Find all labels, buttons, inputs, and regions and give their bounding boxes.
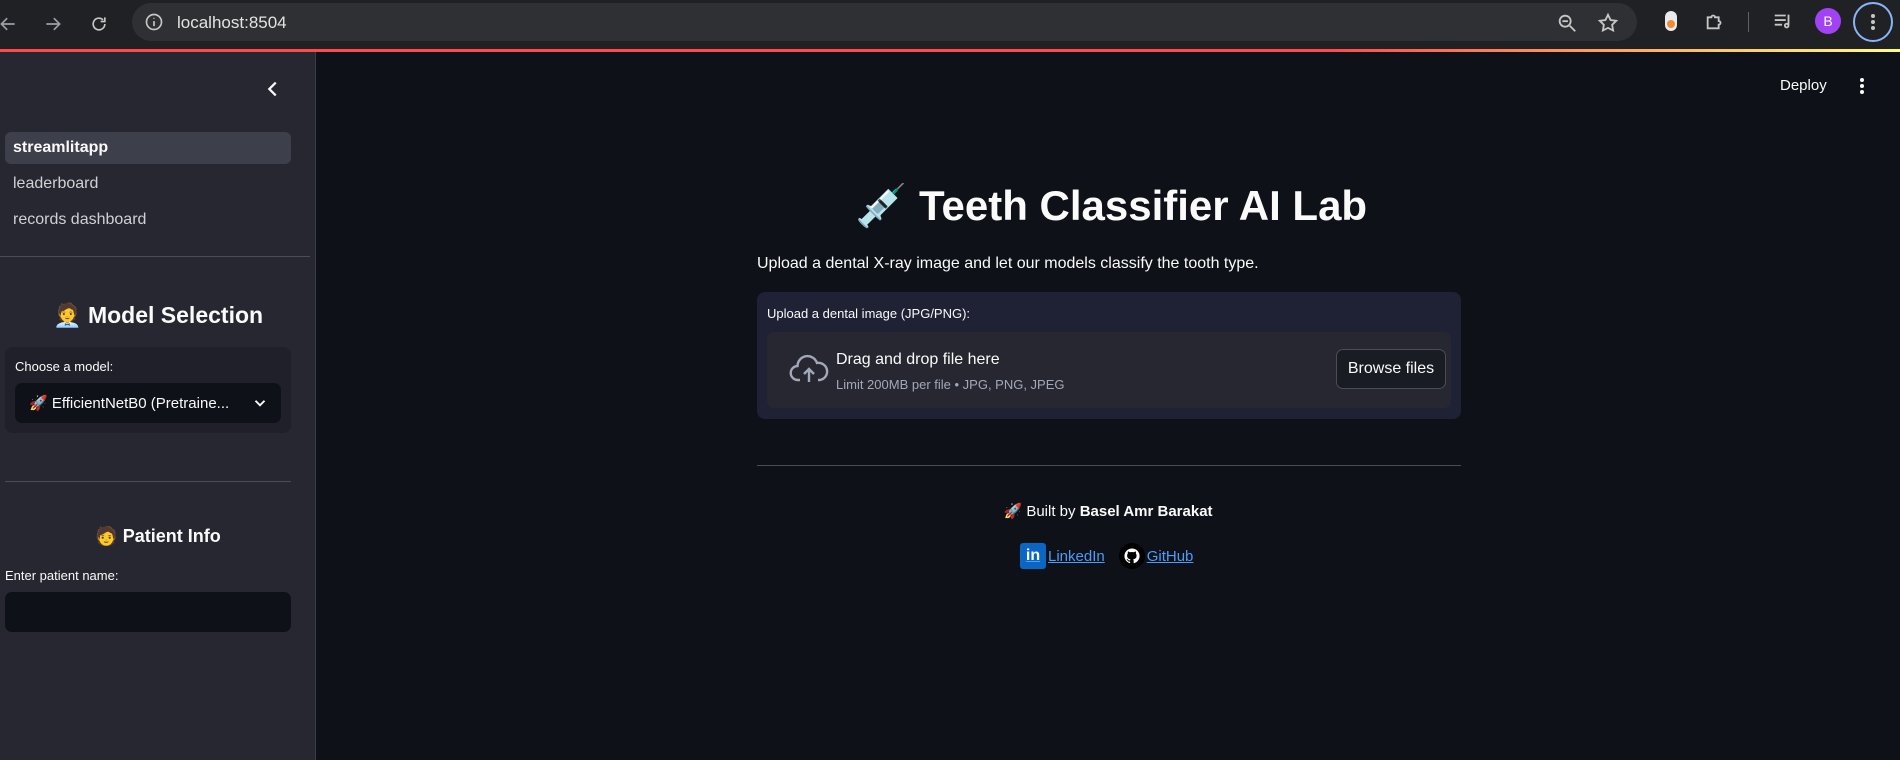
back-icon[interactable]: [0, 8, 24, 40]
patient-name-label: Enter patient name:: [5, 568, 119, 583]
linkedin-icon: in: [1020, 543, 1046, 569]
page-title: 💉 Teeth Classifier AI Lab: [855, 182, 1368, 229]
model-select[interactable]: 🚀 EfficientNetB0 (Pretraine...: [15, 383, 281, 423]
sidebar-item-streamlitapp[interactable]: streamlitapp: [5, 132, 291, 164]
browse-files-button[interactable]: Browse files: [1336, 349, 1446, 389]
info-icon[interactable]: [144, 12, 164, 32]
patient-info-heading: 🧑 Patient Info: [95, 526, 221, 546]
model-select-value: EfficientNetB0 (Pretraine...: [51, 395, 230, 412]
deploy-button[interactable]: Deploy: [1780, 77, 1827, 94]
section-divider: [5, 481, 291, 482]
cloud-upload-icon: [789, 354, 829, 382]
dropzone-limit: Limit 200MB per file • JPG, PNG, JPEG: [836, 377, 1065, 392]
address-bar[interactable]: localhost:8504: [132, 3, 1637, 41]
toolbar-divider: [1748, 12, 1749, 32]
footer-credit: 🚀 Built by Basel Amr Barakat: [1003, 503, 1213, 520]
main-menu-icon[interactable]: [1855, 76, 1869, 96]
businessperson-emoji-icon: 🧑‍💼: [52, 302, 82, 328]
reload-icon[interactable]: [83, 8, 115, 40]
footer-links: in LinkedIn GitHub: [1020, 543, 1193, 569]
patient-name-input[interactable]: [5, 592, 291, 632]
model-select-container: Choose a model: 🚀 EfficientNetB0 (Pretra…: [5, 347, 291, 433]
page-subtitle: Upload a dental X-ray image and let our …: [757, 255, 1259, 272]
browser-menu-icon[interactable]: [1853, 2, 1893, 42]
media-queue-icon[interactable]: [1770, 8, 1796, 34]
sidebar-item-records-dashboard[interactable]: records dashboard: [5, 204, 291, 236]
extensions-puzzle-icon[interactable]: [1702, 8, 1728, 34]
model-selection-heading: 🧑‍💼 Model Selection: [52, 302, 264, 328]
profile-avatar[interactable]: B: [1815, 8, 1841, 34]
nav-divider: [0, 256, 310, 257]
github-icon: [1118, 543, 1145, 569]
sidebar: streamlitapp leaderboard records dashboa…: [0, 52, 316, 760]
uploader-label: Upload a dental image (JPG/PNG):: [767, 306, 971, 321]
collapse-sidebar-icon[interactable]: [262, 78, 284, 100]
rocket-emoji-icon: 🚀: [1003, 503, 1023, 520]
browser-toolbar: localhost:8504 B: [0, 0, 1900, 50]
linkedin-link[interactable]: in LinkedIn: [1020, 543, 1105, 569]
author-name: Basel Amr Barakat: [1079, 503, 1213, 520]
syringe-emoji-icon: 💉: [855, 182, 908, 229]
url-text[interactable]: localhost:8504: [177, 13, 287, 33]
bookmark-star-icon[interactable]: [1597, 12, 1619, 34]
extension-badge-icon[interactable]: [1658, 8, 1684, 34]
dropzone-instructions: Drag and drop file here: [836, 351, 1000, 368]
chevron-down-icon[interactable]: [251, 394, 269, 412]
zoom-icon[interactable]: [1556, 12, 1578, 34]
model-select-label: Choose a model:: [15, 359, 114, 374]
forward-icon[interactable]: [37, 8, 69, 40]
sidebar-item-leaderboard[interactable]: leaderboard: [5, 168, 291, 200]
file-uploader: Upload a dental image (JPG/PNG): Drag an…: [757, 292, 1461, 419]
dropzone[interactable]: Drag and drop file here Limit 200MB per …: [767, 332, 1451, 408]
github-link[interactable]: GitHub: [1118, 543, 1193, 569]
main-divider: [757, 465, 1461, 466]
rocket-emoji-icon: 🚀: [29, 395, 48, 412]
person-emoji-icon: 🧑: [95, 526, 118, 546]
